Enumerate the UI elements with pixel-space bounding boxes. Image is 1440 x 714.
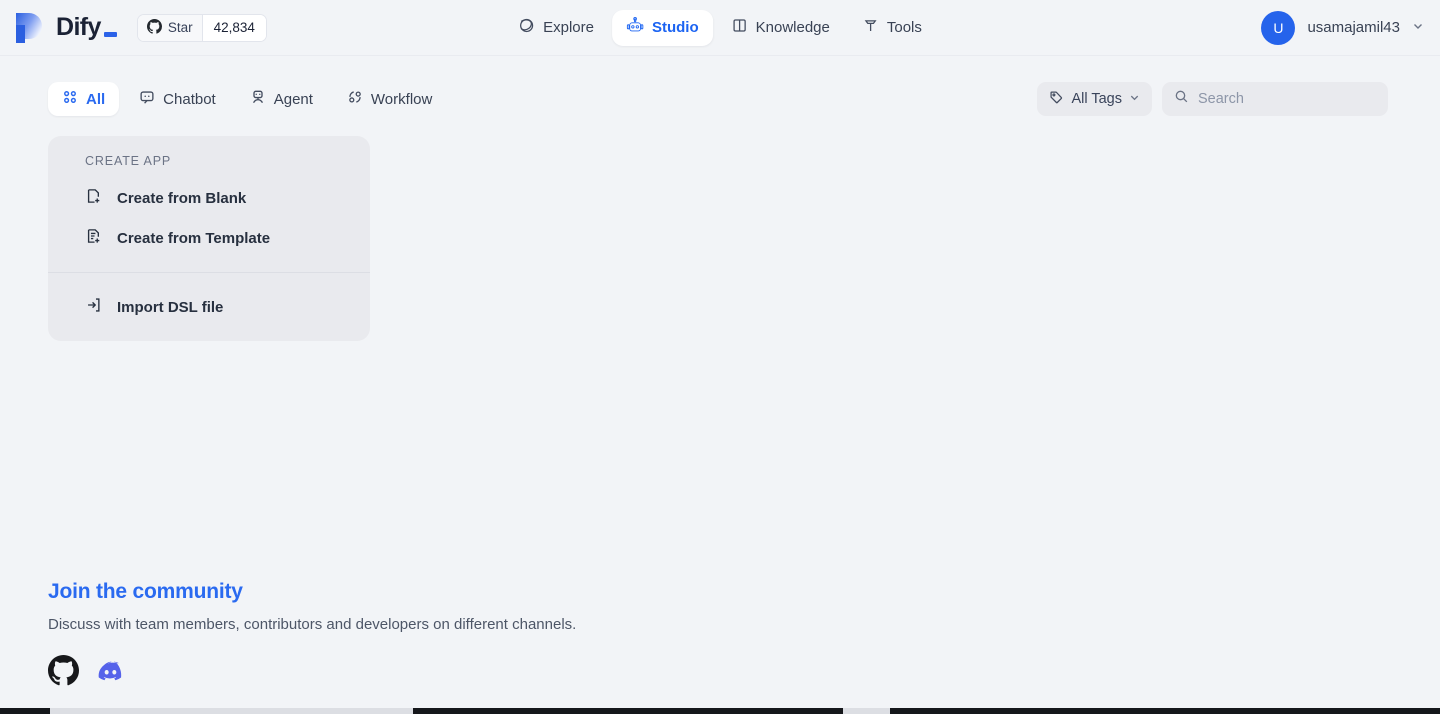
create-from-blank-label: Create from Blank [117, 190, 246, 207]
import-arrow-icon [85, 296, 103, 318]
nav-item-studio[interactable]: Studio [612, 10, 713, 46]
import-dsl-section: Import DSL file [48, 273, 370, 341]
nav-item-tools[interactable]: Tools [848, 10, 936, 45]
github-star-count: 42,834 [203, 15, 266, 41]
all-tags-label: All Tags [1071, 91, 1122, 107]
import-dsl-label: Import DSL file [117, 299, 223, 316]
create-from-blank-option[interactable]: Create from Blank [48, 178, 370, 218]
workflow-icon [347, 89, 363, 109]
filter-label-agent: Agent [274, 91, 313, 108]
search-box[interactable] [1162, 82, 1388, 116]
grid-dots-icon [62, 89, 78, 109]
robot-icon [626, 17, 644, 39]
community-title: Join the community [48, 580, 576, 604]
file-template-plus-icon [85, 227, 103, 249]
filter-label-chatbot: Chatbot [163, 91, 216, 108]
dify-logo-icon [14, 11, 44, 45]
nav-item-explore[interactable]: Explore [504, 10, 608, 45]
hammer-icon [862, 17, 879, 38]
create-app-section: CREATE APP Create from Blank [48, 136, 370, 272]
chevron-down-icon [1412, 19, 1424, 37]
main-nav: Explore Studio [504, 10, 936, 46]
avatar: U [1261, 11, 1295, 45]
file-plus-icon [85, 187, 103, 209]
filter-all[interactable]: All [48, 82, 119, 116]
planet-icon [518, 17, 535, 38]
app-type-filters: All Chatbot [0, 82, 446, 116]
user-name: usamajamil43 [1307, 19, 1400, 36]
bottom-edge-segment [413, 708, 843, 714]
create-app-label: CREATE APP [48, 154, 370, 178]
nav-label-knowledge: Knowledge [756, 19, 830, 36]
filter-label-all: All [86, 91, 105, 108]
community-section: Join the community Discuss with team mem… [48, 580, 576, 691]
bottom-edge-segment [0, 708, 50, 714]
import-dsl-file-option[interactable]: Import DSL file [48, 287, 370, 327]
search-icon [1174, 89, 1189, 109]
filter-label-workflow: Workflow [371, 91, 432, 108]
bottom-edge-segment [50, 708, 413, 714]
github-star-left[interactable]: Star [138, 15, 203, 41]
discord-icon[interactable] [97, 657, 124, 689]
search-input[interactable] [1198, 91, 1376, 107]
nav-item-knowledge[interactable]: Knowledge [717, 10, 844, 45]
window-bottom-edge [0, 708, 1440, 714]
filter-agent[interactable]: Agent [236, 82, 327, 116]
app-header: Dify Star 42,834 [0, 0, 1440, 56]
all-tags-dropdown[interactable]: All Tags [1037, 82, 1152, 116]
community-links [48, 655, 576, 691]
dify-studio-page: Dify Star 42,834 [0, 0, 1440, 714]
tag-icon [1049, 90, 1064, 109]
nav-label-explore: Explore [543, 19, 594, 36]
filter-chatbot[interactable]: Chatbot [125, 82, 230, 116]
chat-bubble-icon [139, 89, 155, 109]
logo-wordmark: Dify [56, 15, 117, 40]
create-from-template-label: Create from Template [117, 230, 270, 247]
logo-underscore [104, 32, 117, 37]
filter-workflow[interactable]: Workflow [333, 82, 446, 116]
bottom-edge-segment [890, 708, 1440, 714]
bottom-edge-segment [843, 708, 890, 714]
github-star-badge[interactable]: Star 42,834 [137, 14, 267, 42]
user-menu[interactable]: U usamajamil43 [1261, 11, 1424, 45]
book-icon [731, 17, 748, 38]
nav-label-studio: Studio [652, 19, 699, 36]
apps-toolbar: All Chatbot [0, 78, 1440, 120]
brand[interactable]: Dify [0, 11, 117, 45]
nav-label-tools: Tools [887, 19, 922, 36]
github-star-label: Star [168, 20, 193, 35]
toolbar-right: All Tags [1037, 82, 1388, 116]
github-icon [147, 19, 162, 37]
create-from-template-option[interactable]: Create from Template [48, 218, 370, 258]
logo-text-label: Dify [56, 15, 101, 40]
community-subtitle: Discuss with team members, contributors … [48, 616, 576, 633]
create-app-card: CREATE APP Create from Blank [48, 136, 370, 341]
agent-icon [250, 89, 266, 109]
chevron-down-icon [1129, 91, 1140, 107]
github-icon[interactable] [48, 655, 79, 691]
